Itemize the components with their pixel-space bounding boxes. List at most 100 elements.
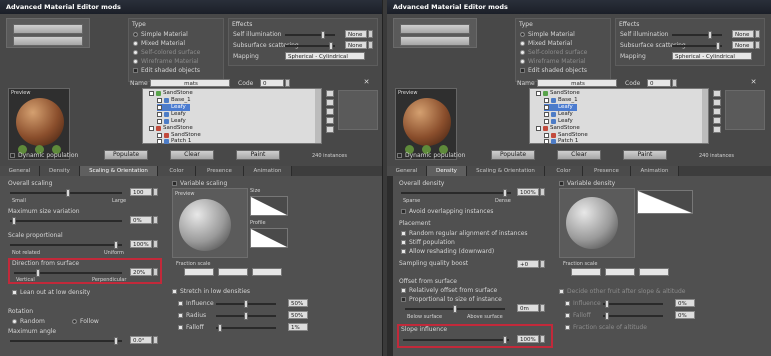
tab-general[interactable]: General <box>387 166 427 176</box>
move-up-icon[interactable] <box>326 108 334 115</box>
variable-scaling-checkbox[interactable]: Variable scaling <box>172 180 227 187</box>
tab-presence[interactable]: Presence <box>583 166 631 176</box>
placement-option[interactable]: Allow reshading (downward) <box>401 248 494 255</box>
move-down-icon[interactable] <box>713 117 721 124</box>
overall-density-slider[interactable] <box>401 189 511 197</box>
offset-value[interactable]: 0m <box>517 304 539 312</box>
toolbar-button[interactable] <box>13 36 83 46</box>
sub-density-checkbox[interactable]: Decide other fruit after slope & altitud… <box>559 288 685 295</box>
spinner-icon[interactable] <box>672 79 677 87</box>
tab-presence[interactable]: Presence <box>196 166 244 176</box>
tab-color[interactable]: Color <box>158 166 196 176</box>
type-option[interactable]: Simple Material <box>520 31 575 38</box>
tab-animation[interactable]: Animation <box>631 166 679 176</box>
edit-layer-icon[interactable] <box>326 126 334 133</box>
overall-density-value[interactable]: 100% <box>517 188 539 196</box>
name-field[interactable]: mats <box>537 79 617 87</box>
sub-slider[interactable] <box>603 312 663 320</box>
add-layer-icon[interactable] <box>713 90 721 97</box>
spinner-icon[interactable] <box>153 240 158 248</box>
self-illumination-value[interactable]: None <box>345 30 367 38</box>
tree-row[interactable]: SandStone <box>536 90 580 97</box>
remove-layer-icon[interactable] <box>326 99 334 106</box>
fraction-field[interactable] <box>571 268 601 276</box>
offset-option[interactable]: Proportional to size of instance <box>401 296 502 303</box>
fraction-field[interactable] <box>218 268 248 276</box>
tab-scaling-orientation[interactable]: Scaling & Orientation <box>80 166 158 176</box>
direction-slider[interactable] <box>14 269 122 277</box>
size-ramp[interactable] <box>250 196 288 216</box>
placement-option[interactable]: Random regular alignment of instances <box>401 230 528 237</box>
offset-option[interactable]: Relatively offset from surface <box>401 287 497 294</box>
sss-value[interactable]: None <box>732 41 754 49</box>
rotation-option[interactable]: Random <box>12 318 45 325</box>
tab-color[interactable]: Color <box>545 166 583 176</box>
type-option[interactable]: Wireframe Material <box>133 58 199 65</box>
toolbar-button[interactable] <box>13 24 83 34</box>
scale-by-density-value[interactable]: 100% <box>130 240 152 248</box>
self-illumination-slider[interactable] <box>672 31 722 39</box>
sub-row[interactable]: Influence <box>565 300 601 307</box>
spinner-icon[interactable] <box>540 188 545 196</box>
tree-scrollbar[interactable] <box>702 89 708 143</box>
avoid-overlap-checkbox[interactable]: Avoid overlapping instances <box>401 208 493 215</box>
sub-row[interactable]: Fraction scale of altitude <box>565 324 647 331</box>
close-icon[interactable]: ✕ <box>362 78 371 87</box>
tab-scaling-orientation[interactable]: Scaling & Orientation <box>467 166 545 176</box>
edit-layer-icon[interactable] <box>713 126 721 133</box>
sub-row[interactable]: Falloff <box>565 312 591 319</box>
add-layer-icon[interactable] <box>326 90 334 97</box>
stretch-row[interactable]: Falloff <box>178 324 204 331</box>
tree-scrollbar[interactable] <box>315 89 321 143</box>
spinner-icon[interactable] <box>368 41 373 49</box>
type-option[interactable]: Self-colored surface <box>133 49 200 56</box>
spinner-icon[interactable] <box>153 188 158 196</box>
tree-row[interactable]: Leafy <box>157 111 186 118</box>
overall-scaling-slider[interactable] <box>10 189 122 197</box>
overall-scaling-value[interactable]: 100 <box>130 188 152 196</box>
stretch-slider[interactable] <box>216 300 276 308</box>
toolbar-button[interactable] <box>400 36 470 46</box>
move-down-icon[interactable] <box>326 117 334 124</box>
name-field[interactable]: mats <box>150 79 230 87</box>
sss-slider[interactable] <box>285 42 335 50</box>
lean-out-checkbox[interactable]: Lean out at low density <box>12 289 90 296</box>
mapping-dropdown[interactable]: Spherical - Cylindrical <box>285 52 365 60</box>
max-angle-value[interactable]: 0.0° <box>130 336 152 344</box>
mapping-dropdown[interactable]: Spherical - Cylindrical <box>672 52 752 60</box>
scale-by-density-slider[interactable] <box>10 241 122 249</box>
direction-value[interactable]: 20% <box>130 268 152 276</box>
stretch-value[interactable]: 1% <box>288 323 308 331</box>
populate-button[interactable]: Populate <box>491 150 535 160</box>
tab-density[interactable]: Density <box>40 166 80 176</box>
move-up-icon[interactable] <box>713 108 721 115</box>
stretch-row[interactable]: Influence <box>178 300 214 307</box>
fraction-field[interactable] <box>252 268 282 276</box>
placement-option[interactable]: Stiff population <box>401 239 455 246</box>
sss-value[interactable]: None <box>345 41 367 49</box>
profile-ramp[interactable] <box>250 228 288 248</box>
slope-influence-value[interactable]: 100% <box>517 335 539 343</box>
tree-row-selected[interactable]: Leafy <box>544 104 577 111</box>
tab-animation[interactable]: Animation <box>244 166 292 176</box>
spinner-icon[interactable] <box>755 30 760 38</box>
type-option[interactable]: Mixed Material <box>133 40 185 47</box>
toolbar-button[interactable] <box>400 24 470 34</box>
tree-row[interactable]: Leafy <box>544 111 573 118</box>
tab-density[interactable]: Density <box>427 166 467 176</box>
tree-row[interactable]: Base_1 <box>544 97 578 104</box>
tree-row[interactable]: Patch 1 <box>544 138 578 145</box>
stretch-value[interactable]: 50% <box>288 299 308 307</box>
rotation-option[interactable]: Follow <box>72 318 99 325</box>
sub-slider[interactable] <box>603 300 663 308</box>
tree-row[interactable]: SandStone <box>149 125 193 132</box>
type-option[interactable]: Wireframe Material <box>520 58 586 65</box>
type-option[interactable]: Edit shaded objects <box>520 67 587 74</box>
clear-button[interactable]: Clear <box>557 150 601 160</box>
dynamic-population-checkbox[interactable]: Dynamic population <box>10 152 78 159</box>
type-option[interactable]: Edit shaded objects <box>133 67 200 74</box>
spinner-icon[interactable] <box>755 41 760 49</box>
remove-layer-icon[interactable] <box>713 99 721 106</box>
code-field[interactable]: 0 <box>260 79 284 87</box>
spinner-icon[interactable] <box>540 335 545 343</box>
